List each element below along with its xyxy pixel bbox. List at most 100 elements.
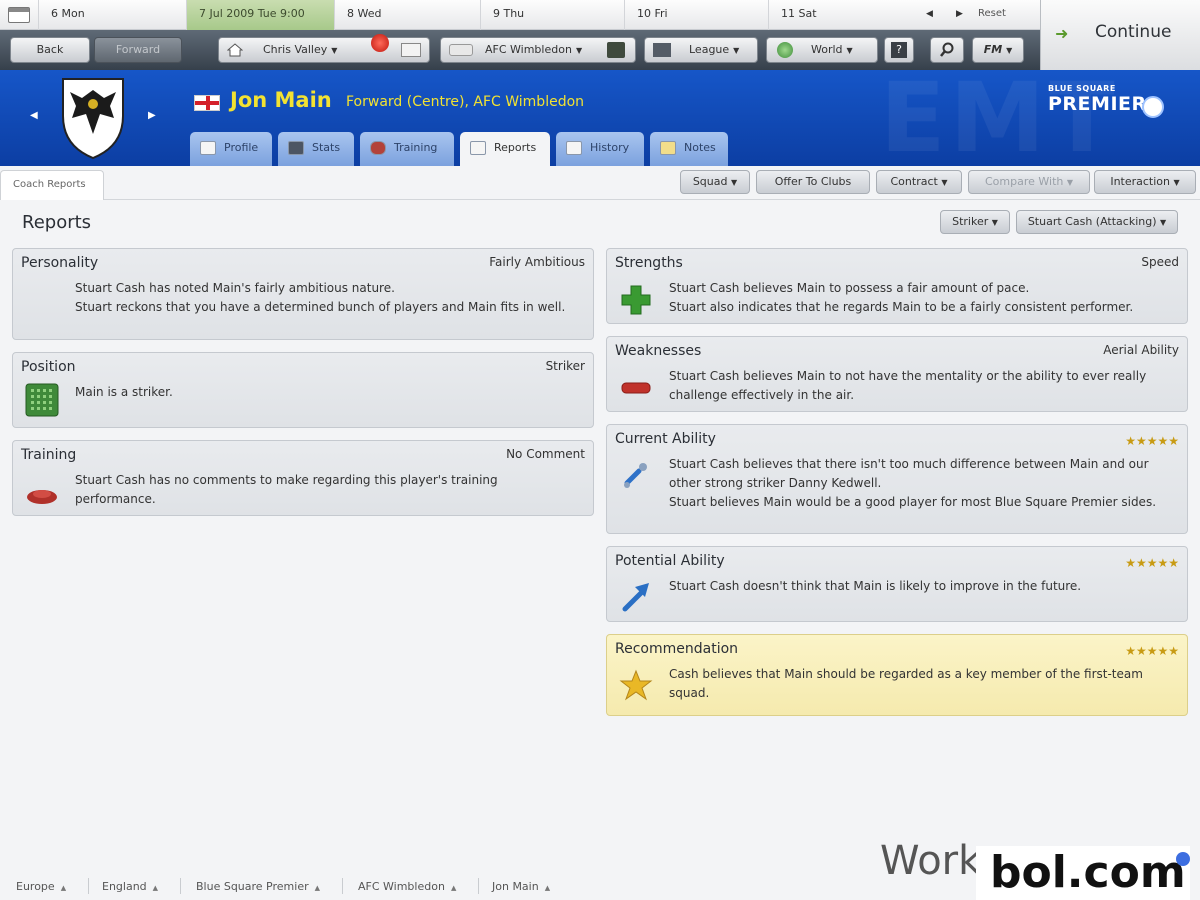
training-title: Training [21, 447, 77, 463]
breadcrumb-player[interactable]: Jon Main ▲ [492, 880, 550, 893]
breadcrumb-separator [180, 878, 181, 894]
stats-icon [288, 141, 304, 155]
help-button[interactable]: ? [884, 37, 914, 63]
weaknesses-value: Aerial Ability [1103, 343, 1179, 357]
chevron-up-icon: ▲ [60, 884, 67, 892]
calendar-prev-icon[interactable]: ◀ [926, 0, 933, 30]
current-ability-text: Stuart Cash believes that there isn't to… [669, 457, 1157, 509]
sub-toolbar: Coach Reports Squad ▼ Offer To Clubs Con… [0, 166, 1200, 200]
league-ball-icon [1142, 96, 1164, 118]
breadcrumb-league[interactable]: Blue Square Premier ▲ [196, 880, 320, 893]
recommendation-stars: ★★★★★ [1125, 644, 1179, 658]
calendar-day-thu[interactable]: 9 Thu [480, 0, 624, 30]
chevron-up-icon: ▲ [152, 884, 159, 892]
tab-reports[interactable]: Reports [460, 132, 550, 166]
pitch-icon [25, 383, 59, 417]
chevron-down-icon: ▼ [575, 46, 583, 55]
role-filter-select[interactable]: Striker ▼ [940, 210, 1010, 234]
interaction-button[interactable]: Interaction ▼ [1094, 170, 1196, 194]
offer-to-clubs-button[interactable]: Offer To Clubs [756, 170, 870, 194]
ability-equal-icon [624, 463, 647, 488]
squad-label: Squad [692, 175, 728, 188]
help-icon: ? [891, 42, 907, 58]
arrow-up-icon [622, 583, 649, 612]
league-menu-button[interactable]: League ▼ [644, 37, 758, 63]
tab-stats[interactable]: Stats [278, 132, 354, 166]
calendar-day-fri[interactable]: 10 Fri [624, 0, 768, 30]
breadcrumb-separator [478, 878, 479, 894]
next-player-icon[interactable]: ▶ [148, 110, 156, 121]
chevron-up-icon: ▲ [314, 884, 321, 892]
league-logo-line1: BLUE SQUARE [1048, 84, 1116, 93]
personality-panel: Personality Fairly Ambitious Stuart Cash… [12, 248, 594, 340]
inbox-badge-icon[interactable] [371, 34, 389, 52]
strengths-panel: Strengths Speed Stuart Cash believes Mai… [606, 248, 1188, 324]
chevron-down-icon: ▼ [731, 178, 738, 187]
breadcrumb-england[interactable]: England ▲ [102, 880, 158, 893]
tab-training[interactable]: Training [360, 132, 454, 166]
compare-with-label: Compare With [984, 175, 1064, 188]
tab-profile-label: Profile [224, 141, 259, 154]
training-panel: Training No Comment Stuart Cash has no c… [12, 440, 594, 516]
calendar-next-icon[interactable]: ▶ [956, 0, 963, 30]
tab-history[interactable]: History [556, 132, 644, 166]
tab-profile[interactable]: Profile [190, 132, 272, 166]
manager-menu-button[interactable]: Chris Valley ▼ [218, 34, 430, 63]
tab-history-label: History [590, 141, 630, 154]
position-panel: Position Striker Main is a striker. [12, 352, 594, 428]
back-label: Back [36, 43, 64, 56]
breadcrumb-league-label: Blue Square Premier [196, 880, 309, 893]
training-value: No Comment [506, 447, 585, 461]
reports-icon [470, 141, 486, 155]
compare-with-button[interactable]: Compare With ▼ [968, 170, 1090, 194]
weaknesses-panel: Weaknesses Aerial Ability Stuart Cash be… [606, 336, 1188, 412]
calendar-day-today[interactable]: 7 Jul 2009 Tue 9:00 [186, 0, 334, 30]
contract-button[interactable]: Contract ▼ [876, 170, 962, 194]
england-flag-icon [194, 95, 220, 111]
home-icon [227, 43, 243, 57]
calendar-reset-link[interactable]: Reset [978, 0, 1006, 28]
coach-filter-select[interactable]: Stuart Cash (Attacking) ▼ [1016, 210, 1178, 234]
squad-button[interactable]: Squad ▼ [680, 170, 750, 194]
calendar-day-wed[interactable]: 8 Wed [334, 0, 480, 30]
club-crest-icon [62, 78, 124, 160]
breadcrumb-separator [88, 878, 89, 894]
calendar-icon[interactable] [8, 7, 30, 23]
league-logo: BLUE SQUARE PREMIER [1048, 84, 1164, 118]
chevron-down-icon: ▼ [1066, 178, 1074, 187]
calendar-day-sat[interactable]: 11 Sat [768, 0, 912, 30]
breadcrumb-europe[interactable]: Europe ▲ [16, 880, 66, 893]
mail-icon[interactable] [401, 43, 421, 57]
breadcrumb-separator [342, 878, 343, 894]
star-icon [619, 669, 653, 701]
fm-menu-button[interactable]: FM ▼ [972, 37, 1024, 63]
recommendation-panel: Recommendation ★★★★★ Cash believes that … [606, 634, 1188, 716]
search-button[interactable] [930, 37, 964, 63]
tab-training-label: Training [394, 141, 438, 154]
league-logo-line2: PREMIER [1048, 93, 1147, 115]
tab-coach-reports[interactable]: Coach Reports [0, 170, 104, 200]
club-grid-icon[interactable] [607, 42, 625, 58]
back-button[interactable]: Back [10, 37, 90, 63]
world-menu-button[interactable]: World ▼ [766, 37, 878, 63]
previous-player-icon[interactable]: ◀ [30, 110, 38, 121]
search-icon [940, 42, 954, 57]
role-filter-value: Striker [952, 215, 989, 228]
training-icon [370, 141, 386, 155]
calendar-bar: 6 Mon 7 Jul 2009 Tue 9:00 8 Wed 9 Thu 10… [0, 0, 1200, 30]
potential-ability-text: Stuart Cash doesn't think that Main is l… [669, 579, 1082, 593]
bolcom-dot-icon [1176, 852, 1190, 866]
breadcrumb-england-label: England [102, 880, 147, 893]
continue-arrow-icon: ➜ [1055, 24, 1069, 43]
forward-button[interactable]: Forward [94, 37, 182, 63]
continue-button[interactable]: ➜ Continue [1040, 0, 1200, 70]
chevron-down-icon: ▼ [991, 218, 998, 227]
calendar-day-mon[interactable]: 6 Mon [38, 0, 186, 30]
club-menu-button[interactable]: AFC Wimbledon ▼ [440, 37, 636, 63]
navigation-bar: Back Forward Chris Valley ▼ AFC Wimbledon… [0, 30, 1200, 70]
coach-filter-value: Stuart Cash (Attacking) [1027, 215, 1157, 228]
profile-icon [200, 141, 216, 155]
manager-name: Chris Valley [263, 43, 328, 56]
breadcrumb-club[interactable]: AFC Wimbledon ▲ [358, 880, 456, 893]
tab-notes[interactable]: Notes [650, 132, 728, 166]
